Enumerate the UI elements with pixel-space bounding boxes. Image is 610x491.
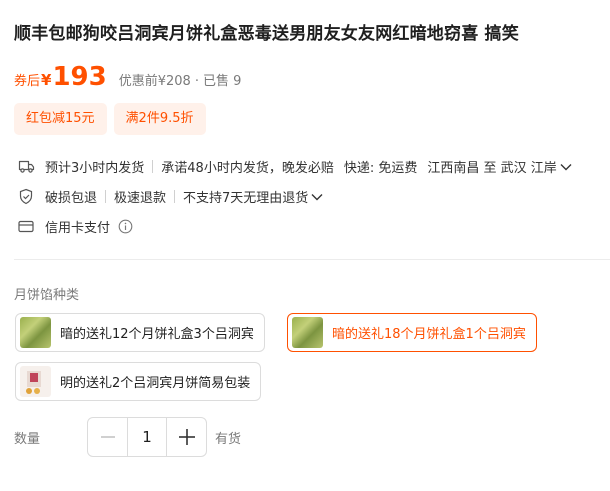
delivery-promise: 承诺48小时内发货，晚发必赔 (161, 161, 334, 176)
service-damage-return: 破损包退 (45, 191, 98, 206)
sku-option-selected[interactable]: 暗的送礼18个月饼礼盒1个吕洞宾 (287, 313, 537, 352)
sold-count: 已售 9 (202, 74, 242, 89)
divider (174, 190, 176, 203)
current-price: 193 (52, 62, 107, 92)
chevron-down-icon (560, 163, 572, 171)
cake-thumbnail (20, 317, 51, 348)
quantity-input[interactable]: 1 (127, 418, 167, 456)
sku-option[interactable]: 明的送礼2个吕洞宾月饼简易包装 (15, 362, 262, 401)
section-divider (14, 259, 610, 260)
sku-option-label: 暗的送礼12个月饼礼盒3个吕洞宾 (60, 327, 254, 342)
sku-option[interactable]: 暗的送礼12个月饼礼盒3个吕洞宾 (15, 313, 265, 352)
delivery-estimate: 预计3小时内发货 (45, 161, 145, 176)
service-no-7day-return: 不支持7天无理由退货 (183, 191, 309, 206)
coupon-list: 红包减15元 满2件9.5折 (14, 103, 206, 135)
currency-symbol: ¥ (41, 71, 52, 89)
service-row[interactable]: 破损包退 极速退款 不支持7天无理由退货 (17, 187, 323, 206)
payment-credit-card: 信用卡支付 (45, 221, 111, 236)
quantity-stepper: 1 (87, 417, 207, 457)
plus-icon (178, 429, 195, 445)
original-price: 优惠前¥208 (118, 74, 191, 89)
delivery-row[interactable]: 预计3小时内发货 承诺48小时内发货，晚发必赔 快递: 免运费 江西南昌 至 武… (17, 157, 572, 176)
stock-status: 有货 (215, 432, 242, 447)
divider (152, 160, 154, 173)
price-prefix: 券后 (14, 74, 41, 89)
chevron-down-icon (311, 193, 323, 201)
sku-option-label: 明的送礼2个吕洞宾月饼简易包装 (60, 376, 251, 391)
box-thumbnail (20, 366, 51, 397)
info-icon[interactable] (118, 219, 133, 234)
sku-option-label: 暗的送礼18个月饼礼盒1个吕洞宾 (332, 327, 526, 342)
increment-button[interactable] (167, 418, 206, 456)
price-separator: · (194, 74, 199, 89)
credit-card-icon (17, 218, 35, 236)
divider (105, 190, 107, 203)
cake-thumbnail (292, 317, 323, 348)
coupon-red-packet[interactable]: 红包减15元 (14, 103, 107, 135)
shipping-route: 江西南昌 至 武汉 江岸 (427, 161, 557, 176)
coupon-discount[interactable]: 满2件9.5折 (113, 103, 206, 135)
quantity-label: 数量 (14, 432, 41, 447)
decrement-button[interactable] (88, 418, 127, 456)
minus-icon (100, 436, 115, 438)
express-fee: 快递: 免运费 (343, 161, 418, 176)
delivery-truck-icon (17, 158, 35, 176)
service-fast-refund: 极速退款 (114, 191, 167, 206)
sku-section-label: 月饼馅种类 (14, 288, 80, 303)
shield-icon (17, 188, 35, 206)
product-title: 顺丰包邮狗咬吕洞宾月饼礼盒恶毒送男朋友女友网红暗地窃喜 搞笑 (14, 24, 519, 44)
payment-row: 信用卡支付 (17, 217, 133, 236)
price-row: 券后 ¥ 193 优惠前¥208 · 已售 9 (14, 62, 241, 96)
